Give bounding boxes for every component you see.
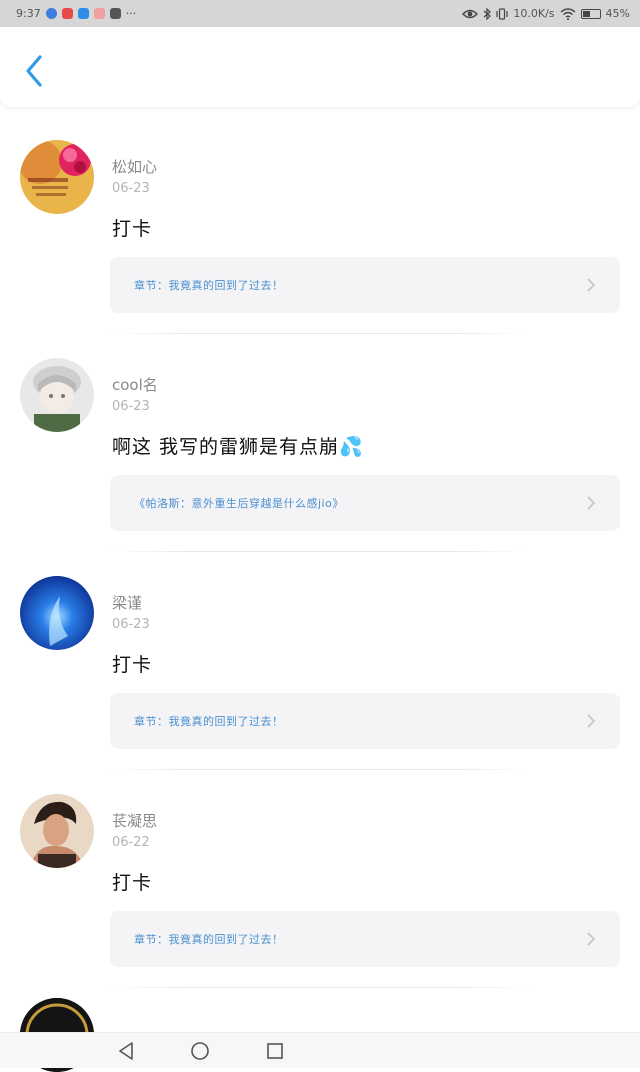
comment-item: 松如心 06-23 打卡 章节：我竟真的回到了过去！ [0, 116, 640, 334]
comment-content: 打卡 [112, 654, 153, 676]
comment-date: 06-22 [112, 835, 150, 850]
comment-list: 松如心 06-23 打卡 章节：我竟真的回到了过去！ cool名 06-23 啊… [0, 116, 640, 1072]
avatar[interactable] [20, 140, 94, 214]
chapter-link-label: 章节：我竟真的回到了过去！ [134, 933, 284, 946]
chapter-link-label: 章节：我竟真的回到了过去！ [134, 279, 284, 292]
avatar[interactable] [20, 576, 94, 650]
chapter-link[interactable]: 章节：我竟真的回到了过去！ [110, 911, 620, 967]
chapter-link[interactable]: 《帕洛斯：意外重生后穿越是什么感jio》 [110, 475, 620, 531]
comment-username[interactable]: 松如心 [112, 156, 157, 177]
comment-item: cool名 06-23 啊这 我写的雷狮是有点崩💦 《帕洛斯：意外重生后穿越是什… [0, 334, 640, 552]
comment-content: 打卡 [112, 218, 153, 240]
flower-avatar-image [20, 140, 94, 214]
comment-date: 06-23 [112, 399, 150, 414]
comment-date: 06-23 [112, 617, 150, 632]
comment-date: 06-23 [112, 181, 150, 196]
anime-character-avatar-image [20, 358, 94, 432]
chapter-link[interactable]: 章节：我竟真的回到了过去！ [110, 257, 620, 313]
mail-app-icon [109, 8, 121, 19]
comment-content: 啊这 我写的雷狮是有点崩💦 [112, 436, 364, 458]
chevron-right-icon [587, 932, 596, 946]
nav-back-button[interactable] [115, 1040, 137, 1062]
status-bar-left: 9:37 ··· [16, 7, 136, 20]
status-bar: 9:37 ··· 10.0K/s 45% [0, 0, 640, 27]
avatar[interactable] [20, 794, 94, 868]
eye-icon [462, 9, 479, 18]
more-notifications-icon: ··· [125, 7, 137, 20]
notes-app-icon [93, 8, 105, 19]
battery-percent: 45% [605, 7, 630, 20]
circle-home-icon [191, 1042, 209, 1060]
cloud-app-icon [77, 8, 89, 19]
chapter-link-label: 《帕洛斯：意外重生后穿越是什么感jio》 [134, 497, 344, 510]
network-speed: 10.0K/s [513, 7, 555, 20]
chapter-link-label: 章节：我竟真的回到了过去！ [134, 715, 284, 728]
messages-app-icon [61, 8, 73, 19]
avatar[interactable] [20, 358, 94, 432]
chevron-left-icon [26, 55, 42, 87]
vibrate-icon [496, 7, 508, 20]
status-bar-right: 10.0K/s 45% [462, 7, 630, 20]
comment-content: 打卡 [112, 872, 153, 894]
nav-recents-button[interactable] [264, 1040, 286, 1062]
comment-item: 苌凝思 06-22 打卡 章节：我竟真的回到了过去！ [0, 770, 640, 988]
wifi-icon [560, 7, 576, 20]
chevron-right-icon [587, 496, 596, 510]
comment-item: 梁谨 06-23 打卡 章节：我竟真的回到了过去！ [0, 552, 640, 770]
comment-username[interactable]: 梁谨 [112, 592, 142, 613]
status-time: 9:37 [16, 7, 41, 20]
top-app-bar [0, 27, 640, 107]
triangle-back-icon [119, 1042, 133, 1060]
bluetooth-icon [484, 7, 492, 20]
chapter-link[interactable]: 章节：我竟真的回到了过去！ [110, 693, 620, 749]
chevron-right-icon [587, 278, 596, 292]
battery-icon [580, 8, 601, 19]
back-button[interactable] [22, 53, 50, 89]
browser-app-icon [45, 8, 57, 19]
system-navigation-bar [0, 1032, 640, 1068]
nav-home-button[interactable] [189, 1040, 211, 1062]
portrait-avatar-image [20, 794, 94, 868]
blue-flame-avatar-image [20, 576, 94, 650]
comment-username[interactable]: cool名 [112, 374, 158, 395]
chevron-right-icon [587, 714, 596, 728]
comment-username[interactable]: 苌凝思 [112, 810, 157, 831]
square-recents-icon [267, 1043, 283, 1059]
